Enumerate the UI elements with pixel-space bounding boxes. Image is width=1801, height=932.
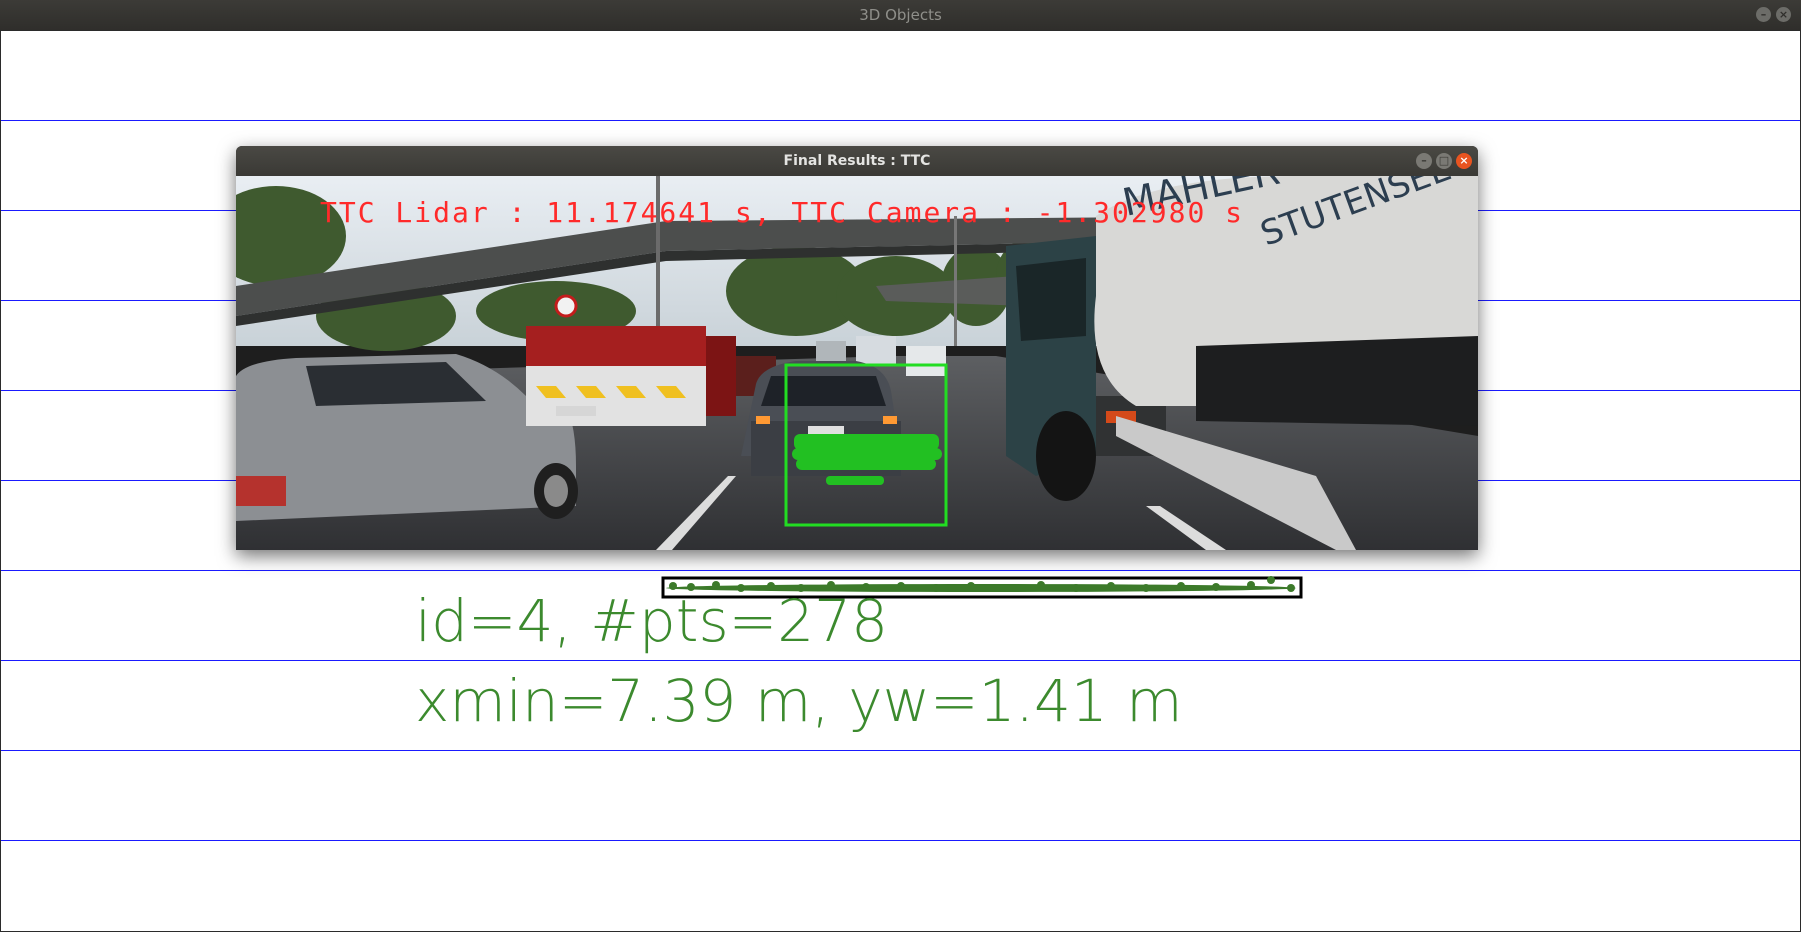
inner-titlebar: Final Results : TTC – □ × (236, 146, 1478, 176)
distance-gridline (1, 840, 1800, 841)
distance-gridline (1, 570, 1800, 571)
distance-gridline (1, 750, 1800, 751)
inner-window-title: Final Results : TTC (783, 153, 931, 169)
final-results-window: Final Results : TTC – □ × MAHLER STUTENS… (236, 146, 1478, 550)
camera-image: MAHLER STUTENSEE TTC Lidar : 11.174641 s… (236, 176, 1478, 550)
ttc-result-text: TTC Lidar : 11.174641 s, TTC Camera : -1… (320, 196, 1245, 229)
inner-maximize-button[interactable]: □ (1436, 153, 1452, 169)
object-distance-label: xmin=7.39 m, yw=1.41 m (415, 667, 1183, 735)
outer-titlebar: 3D Objects – × (0, 0, 1801, 30)
object-id-label: id=4, #pts=278 (415, 587, 888, 655)
street-scene: MAHLER STUTENSEE (236, 176, 1478, 550)
distance-gridline (1, 120, 1800, 121)
minimize-button[interactable]: – (1756, 7, 1771, 22)
inner-close-button[interactable]: × (1456, 153, 1472, 169)
outer-window-title: 3D Objects (859, 6, 942, 24)
close-button[interactable]: × (1776, 7, 1791, 22)
inner-minimize-button[interactable]: – (1416, 153, 1432, 169)
distance-gridline (1, 660, 1800, 661)
